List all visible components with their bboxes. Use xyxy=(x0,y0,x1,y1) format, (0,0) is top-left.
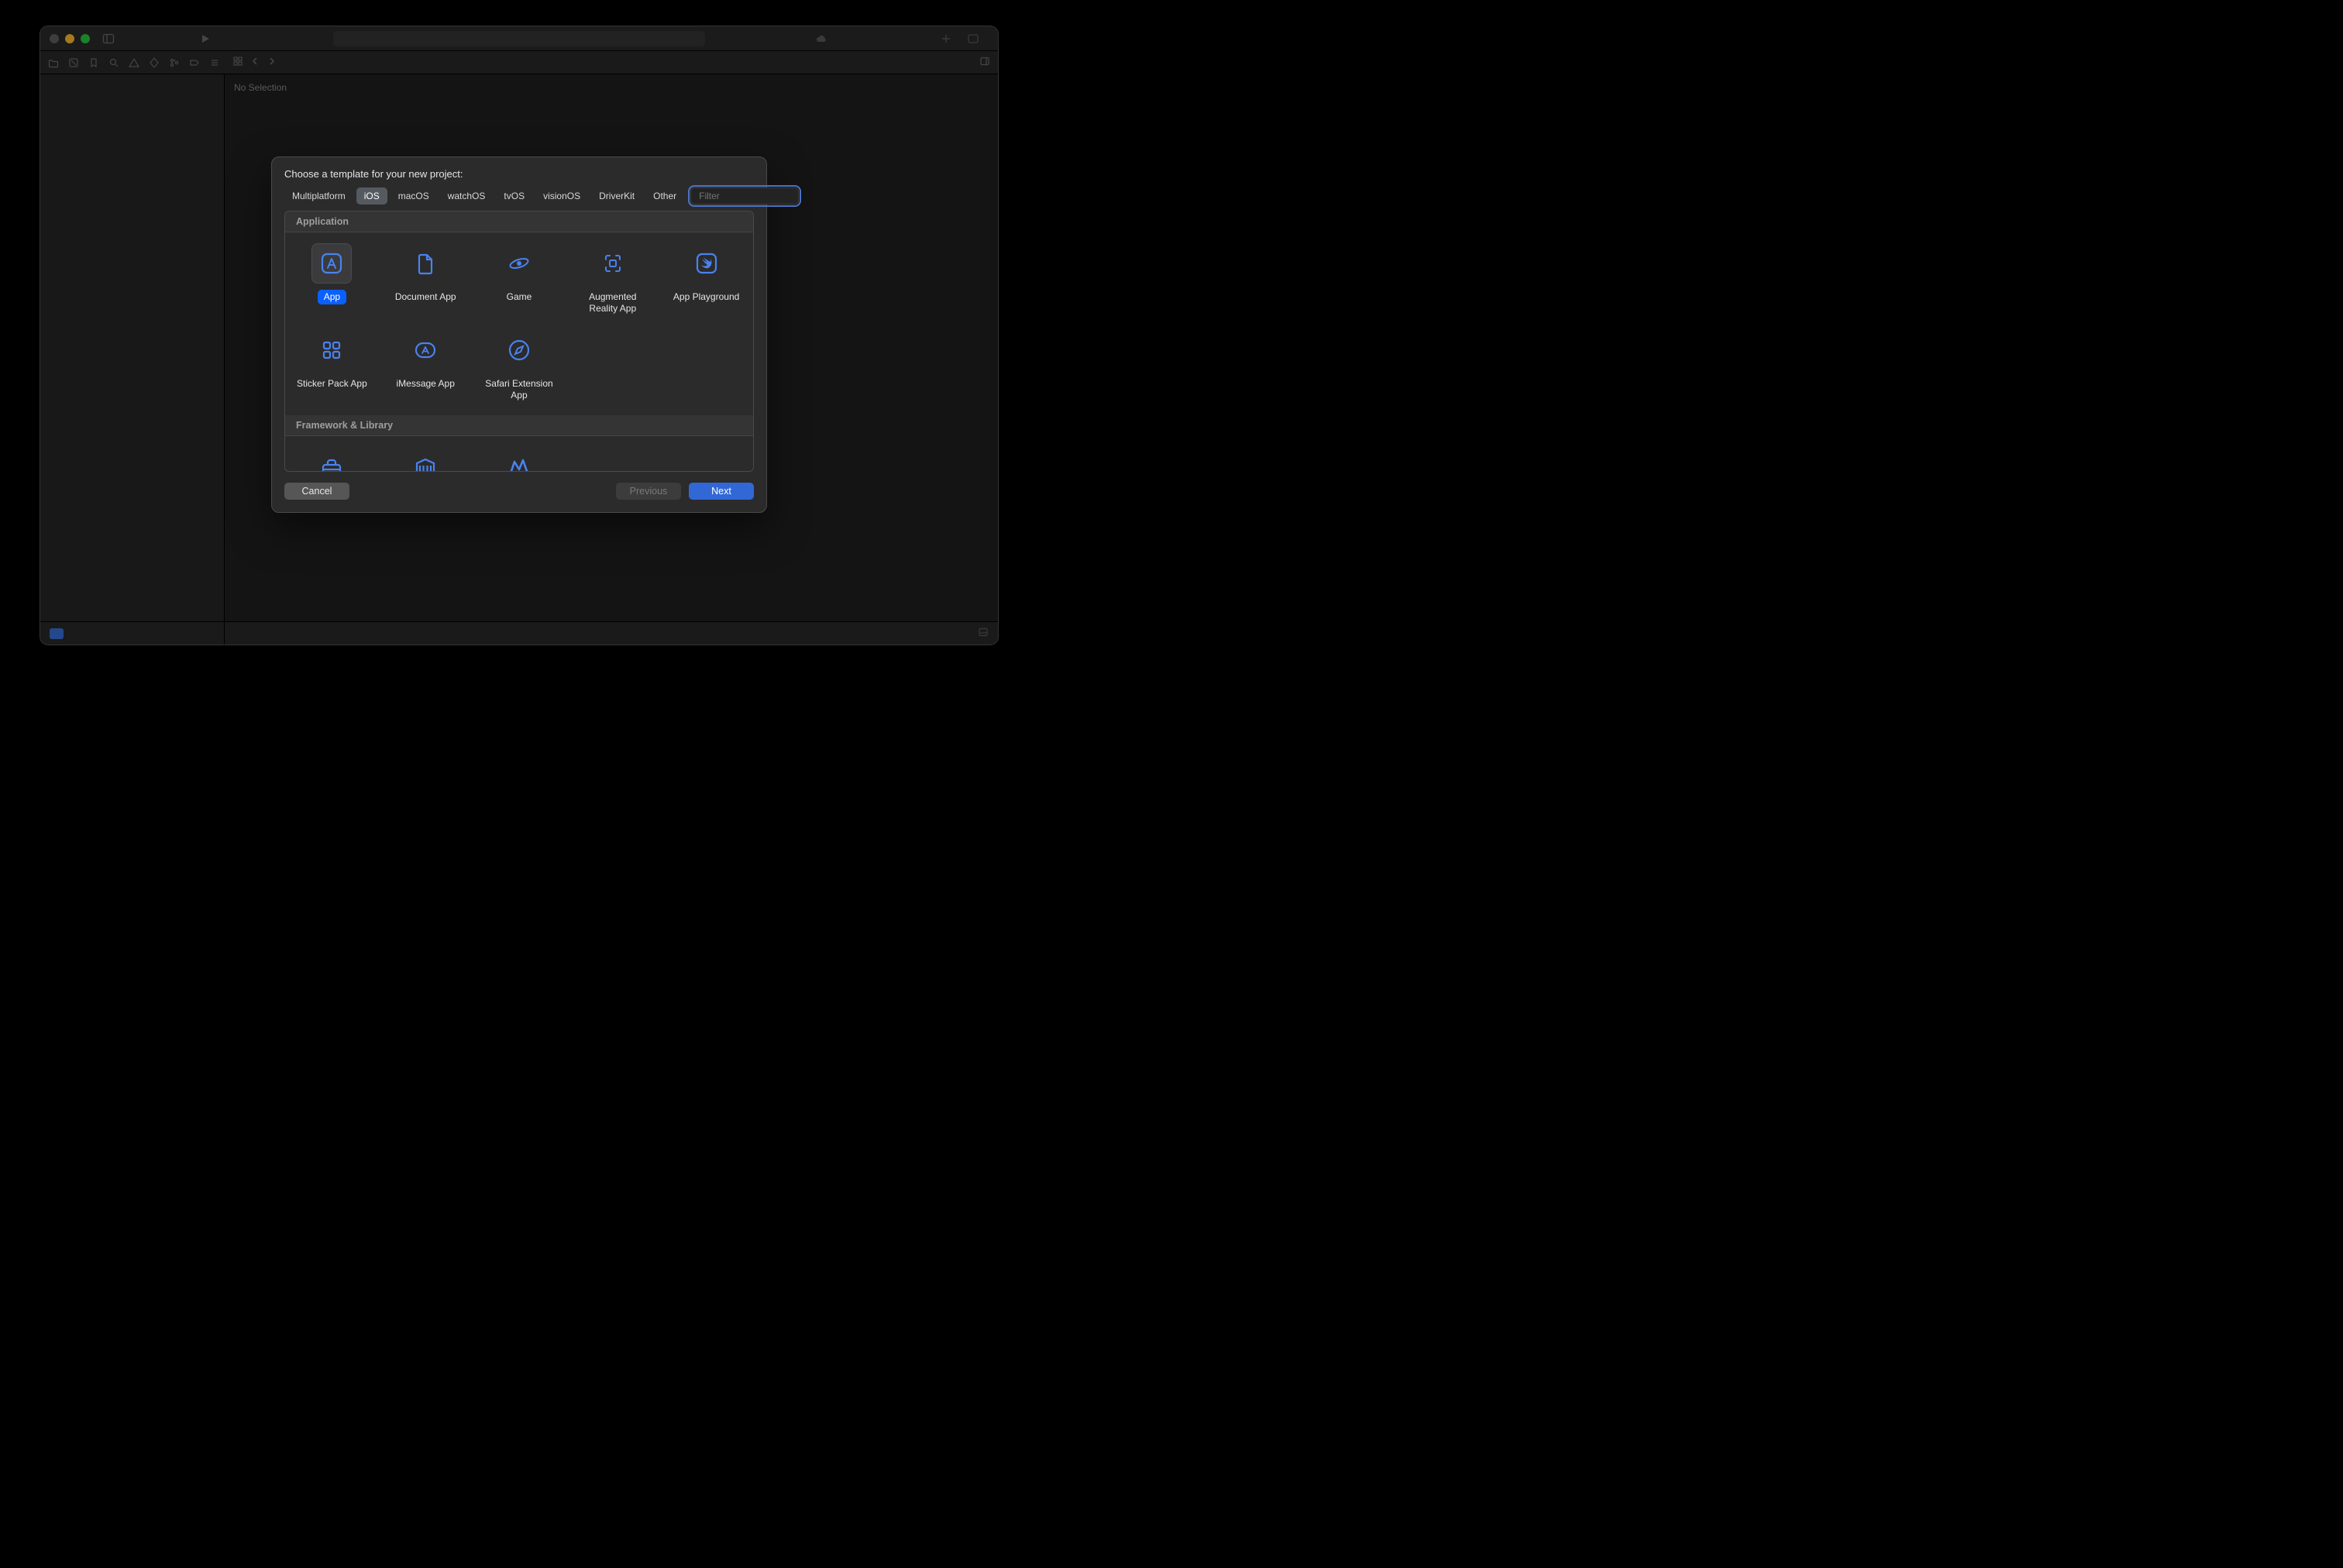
template-label: App Playground xyxy=(667,290,745,304)
template-safari-extension-app[interactable]: Safari Extension App xyxy=(473,324,566,411)
template-label: Augmented Reality App xyxy=(570,290,655,316)
section-header: Framework & Library xyxy=(285,415,753,436)
filter-field[interactable] xyxy=(690,187,799,205)
template-framework[interactable]: Framework xyxy=(285,441,379,472)
xcode-window: No Selection Choose a template for your … xyxy=(40,26,998,645)
ar-icon xyxy=(593,243,633,284)
platform-tab-watchos[interactable]: watchOS xyxy=(440,187,494,205)
template-sticker-pack-app[interactable]: Sticker Pack App xyxy=(285,324,379,411)
template-app-playground[interactable]: App Playground xyxy=(659,237,753,324)
sheet-button-row: Cancel Previous Next xyxy=(272,472,766,512)
platform-tab-macos[interactable]: macOS xyxy=(390,187,437,205)
platform-tab-multiplatform[interactable]: Multiplatform xyxy=(284,187,353,205)
sheet-title: Choose a template for your new project: xyxy=(272,157,766,187)
section-header: Application xyxy=(285,211,753,232)
template-augmented-reality-app[interactable]: Augmented Reality App xyxy=(566,237,659,324)
template-app[interactable]: App xyxy=(285,237,379,324)
platform-tab-driverkit[interactable]: DriverKit xyxy=(591,187,642,205)
document-icon xyxy=(405,243,446,284)
next-button[interactable]: Next xyxy=(689,483,754,500)
toolbox-icon xyxy=(311,447,352,472)
template-label: Safari Extension App xyxy=(477,377,562,403)
template-imessage-app[interactable]: iMessage App xyxy=(379,324,473,411)
platform-tab-other[interactable]: Other xyxy=(645,187,684,205)
template-label: iMessage App xyxy=(390,377,461,391)
platform-tab-visionos[interactable]: visionOS xyxy=(535,187,588,205)
platform-tab-tvos[interactable]: tvOS xyxy=(496,187,532,205)
template-metal-library[interactable]: Metal Library xyxy=(473,441,566,472)
template-label: Sticker Pack App xyxy=(291,377,373,391)
metal-icon xyxy=(499,447,539,472)
grid4-icon xyxy=(311,330,352,370)
filter-input[interactable] xyxy=(699,191,819,201)
template-list[interactable]: Application App Document App Game Augmented … xyxy=(284,211,754,472)
previous-button: Previous xyxy=(616,483,681,500)
platform-tab-ios[interactable]: iOS xyxy=(356,187,387,205)
template-label: Game xyxy=(501,290,538,304)
game-icon xyxy=(499,243,539,284)
columns-icon xyxy=(405,447,446,472)
template-label: App xyxy=(318,290,346,304)
compass-icon xyxy=(499,330,539,370)
template-game[interactable]: Game xyxy=(473,237,566,324)
template-document-app[interactable]: Document App xyxy=(379,237,473,324)
template-label: Document App xyxy=(389,290,463,304)
template-static-library[interactable]: Static Library xyxy=(379,441,473,472)
template-chooser-sheet: Choose a template for your new project: … xyxy=(271,156,767,513)
swift-square-icon xyxy=(686,243,727,284)
imessage-icon xyxy=(405,330,446,370)
app-icon xyxy=(311,243,352,284)
platform-tab-row: MultiplatformiOSmacOSwatchOStvOSvisionOS… xyxy=(272,187,766,211)
cancel-button[interactable]: Cancel xyxy=(284,483,349,500)
